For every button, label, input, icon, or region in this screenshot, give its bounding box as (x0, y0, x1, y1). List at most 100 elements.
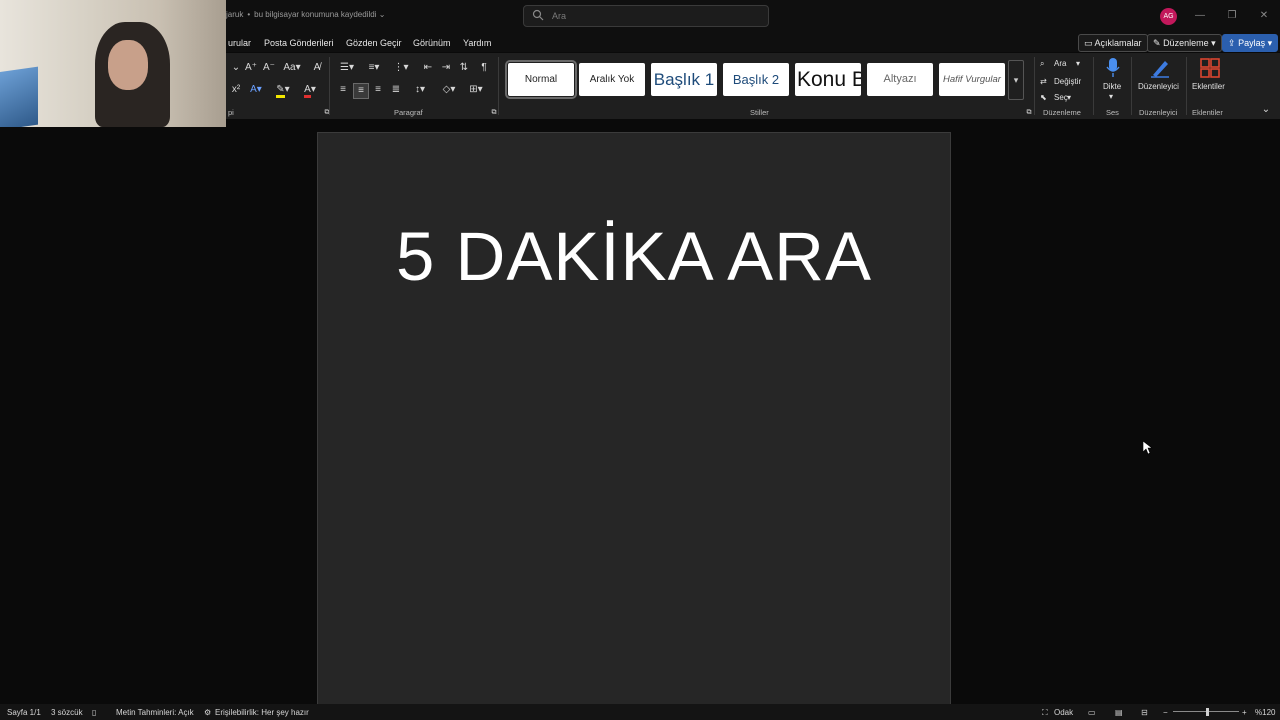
replace-label: Değiştir (1054, 77, 1082, 86)
change-case-icon[interactable]: Aa▾ (282, 61, 302, 75)
voice-group-label: Ses (1106, 108, 1119, 117)
menu-review[interactable]: Gözden Geçir (346, 38, 402, 48)
search-icon: ⌕ (1040, 59, 1045, 68)
editing-mode-button[interactable]: ✎ Düzenleme ▾ (1147, 34, 1222, 52)
document-heading[interactable]: 5 DAKİKA ARA (318, 217, 950, 296)
accessibility-status[interactable]: Erişilebilirlik: Her şey hazır (215, 708, 309, 717)
align-center-icon[interactable]: ≡ (353, 83, 369, 99)
show-marks-icon[interactable]: ¶ (477, 61, 491, 75)
comments-button[interactable]: ▭ Açıklamalar (1078, 34, 1148, 52)
restore-icon[interactable]: ❐ (1224, 8, 1240, 24)
web-layout-icon[interactable]: ⊟ (1141, 708, 1148, 717)
numbering-icon[interactable]: ≡▾ (363, 61, 385, 75)
share-label: Paylaş (1238, 38, 1266, 48)
chevron-down-icon: ▾ (1211, 38, 1216, 48)
close-icon[interactable]: ✕ (1256, 8, 1272, 24)
font-dialog-launcher-icon[interactable]: ⧉ (320, 106, 334, 120)
editor-pen-icon (1151, 61, 1169, 78)
menu-help[interactable]: Yardım (463, 38, 491, 48)
grow-font-icon[interactable]: A⁺ (244, 61, 258, 75)
chevron-down-icon: ▾ (1109, 92, 1114, 101)
chevron-down-icon: ▾ (1076, 59, 1081, 68)
style-normal[interactable]: Normal (505, 60, 577, 99)
styles-group-label: Stiller (750, 108, 769, 117)
print-layout-icon[interactable]: ▤ (1115, 708, 1123, 717)
document-title[interactable]: jaruk • bu bilgisayar konumuna kaydedildi … (226, 10, 385, 19)
addins-grid-icon (1200, 58, 1220, 78)
decrease-indent-icon[interactable]: ⇤ (421, 61, 435, 75)
search-input[interactable]: Ara (523, 5, 769, 27)
font-color-icon[interactable]: A▾ (300, 83, 320, 98)
replace-icon: ⇄ (1040, 77, 1047, 86)
document-page[interactable]: 5 DAKİKA ARA (317, 132, 951, 714)
text-predictions-status[interactable]: Metin Tahminleri: Açık (116, 708, 194, 717)
divider (1131, 57, 1132, 115)
chevron-down-icon: ⌄ (378, 10, 386, 19)
proofing-icon[interactable]: ▯ (92, 708, 96, 717)
highlight-color-icon[interactable]: ✎▾ (272, 83, 294, 98)
align-right-icon[interactable]: ≡ (371, 83, 385, 97)
line-spacing-icon[interactable]: ↕▾ (409, 83, 431, 97)
menu-view[interactable]: Görünüm (413, 38, 451, 48)
style-heading-1[interactable]: Başlık 1 (651, 63, 717, 96)
font-size-dropdown-icon[interactable]: ⌄ (229, 61, 243, 75)
menu-references[interactable]: urular (228, 38, 251, 48)
bullets-icon[interactable]: ☰▾ (336, 61, 358, 75)
shrink-font-icon[interactable]: A⁻ (262, 61, 276, 75)
minimize-icon[interactable]: — (1192, 8, 1208, 24)
chevron-down-icon: ▾ (1067, 93, 1072, 102)
increase-indent-icon[interactable]: ⇥ (439, 61, 453, 75)
mouse-cursor-icon (1143, 441, 1153, 455)
style-subtitle[interactable]: Altyazı (867, 63, 933, 96)
clear-formatting-icon[interactable]: A̸ (310, 61, 324, 75)
menu-mailings[interactable]: Posta Gönderileri (264, 38, 334, 48)
zoom-out-icon[interactable]: − (1163, 708, 1168, 717)
sort-icon[interactable]: ⇅ (457, 61, 471, 75)
webcam-face-image (108, 40, 148, 90)
editing-group-label: Düzenleme (1043, 108, 1081, 117)
webcam-overlay (0, 0, 226, 127)
avatar[interactable]: AG (1160, 8, 1177, 25)
collapse-ribbon-icon[interactable]: ⌄ (1259, 103, 1273, 117)
style-title[interactable]: Konu B (795, 63, 861, 96)
microphone-icon (1106, 58, 1120, 77)
divider (1093, 57, 1094, 115)
addins-button[interactable]: Eklentiler (1190, 55, 1230, 103)
borders-icon[interactable]: ⊞▾ (466, 83, 486, 97)
search-placeholder: Ara (552, 11, 567, 21)
style-no-spacing[interactable]: Aralık Yok (579, 63, 645, 96)
focus-mode-button[interactable]: Odak (1054, 708, 1073, 717)
text-effects-icon[interactable]: A▾ (246, 83, 266, 97)
focus-icon: ⛶ (1042, 708, 1048, 717)
addins-label: Eklentiler (1192, 82, 1225, 91)
multilevel-list-icon[interactable]: ⋮▾ (390, 61, 412, 75)
editing-mode-label: Düzenleme (1163, 38, 1209, 48)
style-heading-2[interactable]: Başlık 2 (723, 63, 789, 96)
zoom-slider-thumb[interactable] (1206, 708, 1209, 716)
divider (498, 57, 499, 115)
styles-more-icon[interactable]: ▾ (1008, 60, 1024, 100)
justify-icon[interactable]: ≣ (389, 83, 403, 97)
styles-gallery: Normal Aralık Yok Başlık 1 Başlık 2 Konu… (504, 60, 1024, 100)
webcam-monitor-image (0, 66, 38, 127)
search-icon (532, 9, 544, 21)
word-count[interactable]: 3 sözcük (51, 708, 83, 717)
separator-icon: • (247, 10, 251, 19)
status-bar: Sayfa 1/1 3 sözcük ▯ Metin Tahminleri: A… (0, 704, 1280, 720)
style-subtle-emphasis[interactable]: Hafif Vurgular (939, 63, 1005, 96)
shading-icon[interactable]: ◇▾ (439, 83, 459, 97)
zoom-level[interactable]: %120 (1255, 708, 1275, 717)
dictate-label: Dikte (1103, 82, 1122, 91)
editor-group-label: Düzenleyici (1139, 108, 1178, 117)
dictate-button[interactable]: Dikte ▾ (1099, 55, 1127, 103)
cursor-icon: ⬉ (1040, 93, 1047, 102)
editor-button[interactable]: Düzenleyici (1137, 55, 1183, 103)
page-indicator[interactable]: Sayfa 1/1 (7, 708, 41, 717)
read-mode-icon[interactable]: ▭ (1088, 708, 1096, 717)
chevron-down-icon: ▾ (1267, 38, 1273, 48)
zoom-in-icon[interactable]: + (1242, 708, 1247, 717)
comment-icon: ▭ (1084, 38, 1093, 48)
align-left-icon[interactable]: ≡ (336, 83, 350, 97)
share-button[interactable]: ⇪ Paylaş ▾ (1222, 34, 1279, 52)
superscript-icon[interactable]: x² (229, 83, 243, 97)
